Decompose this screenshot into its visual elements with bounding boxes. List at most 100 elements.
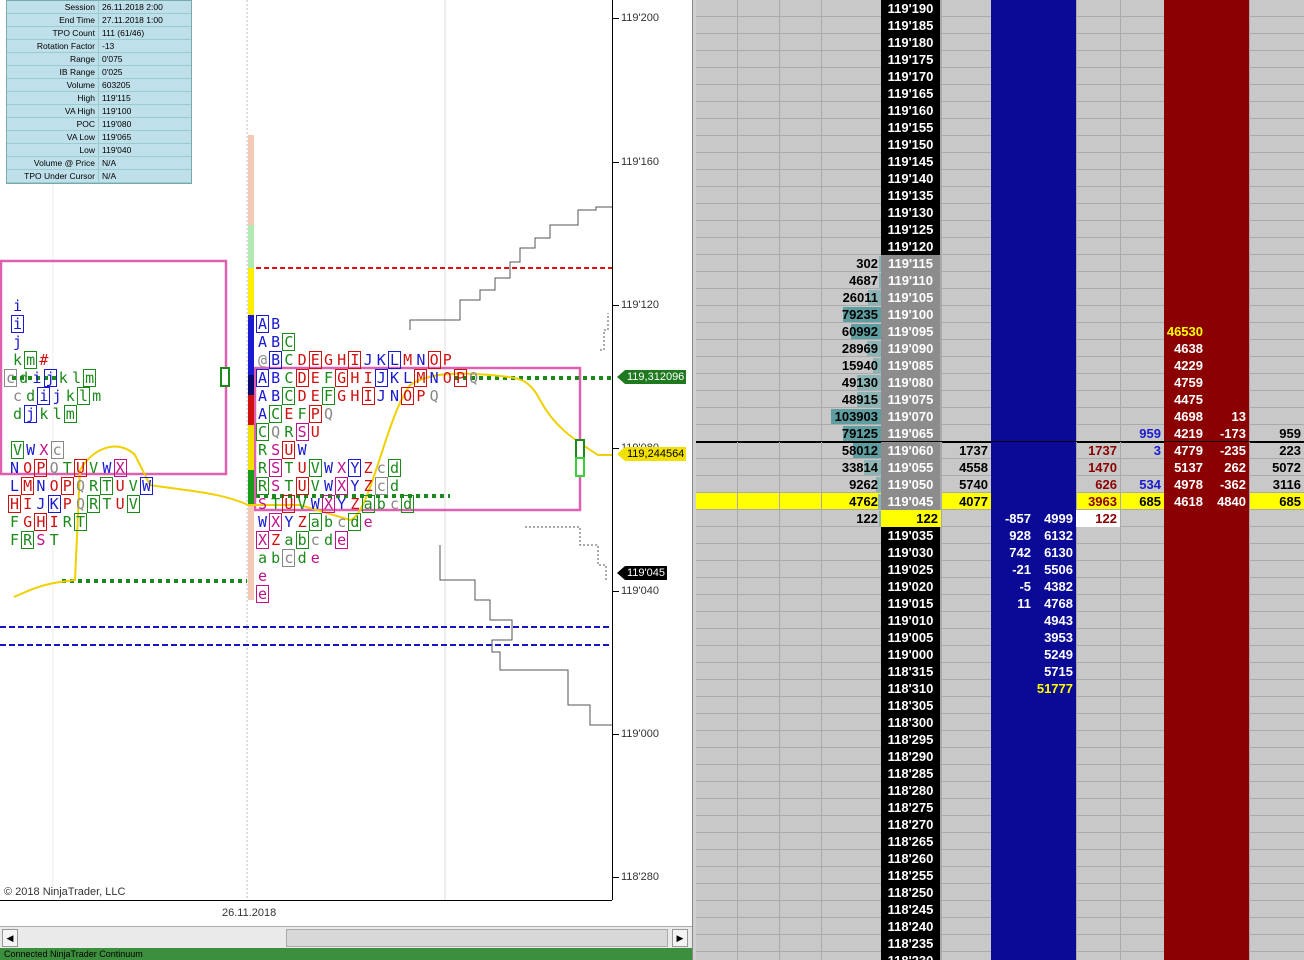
price-cell[interactable]: 119'140 — [881, 170, 941, 187]
ladder-row[interactable]: 119'165 — [696, 85, 1304, 102]
pre-cell[interactable]: 534 — [1120, 476, 1164, 493]
ladder-row[interactable]: 118'285 — [696, 765, 1304, 782]
ladder-row[interactable]: 119'085 15940 4229 — [696, 357, 1304, 374]
v-cell[interactable]: 48915 — [696, 391, 881, 408]
tpo-chart-panel[interactable]: i i j k m # c d i j k l m c d i j k l m d j k l m V W Xc N O P Q T U V W X L M… — [0, 0, 692, 960]
price-cell[interactable]: 119'025 — [881, 561, 941, 578]
price-cell[interactable]: 119'145 — [881, 153, 941, 170]
price-cell[interactable]: 119'155 — [881, 119, 941, 136]
price-cell[interactable]: 119'170 — [881, 68, 941, 85]
b2-cell[interactable]: 6132 — [1034, 527, 1076, 544]
ask-cell[interactable]: 1737 — [1076, 442, 1120, 459]
price-cell[interactable]: 118'315 — [881, 663, 941, 680]
r2-cell[interactable]: 13 — [1206, 408, 1249, 425]
price-cell[interactable]: 118'310 — [881, 680, 941, 697]
price-cell[interactable]: 118'260 — [881, 850, 941, 867]
c1-cell[interactable]: 5740 — [941, 476, 991, 493]
pre-cell[interactable]: 685 — [1120, 493, 1164, 510]
price-cell[interactable]: 119'135 — [881, 187, 941, 204]
price-cell[interactable]: 119'070 — [881, 408, 941, 425]
ladder-row[interactable]: 119'045 4762 4077 3963 685 4618 4840 685 — [696, 493, 1304, 510]
b2-cell[interactable]: 5249 — [1034, 646, 1076, 663]
last-cell[interactable]: 5072 — [1249, 459, 1304, 476]
price-cell[interactable]: 118'240 — [881, 918, 941, 935]
r1-cell[interactable]: 4698 — [1164, 408, 1206, 425]
v-cell[interactable]: 103903 — [696, 408, 881, 425]
v-cell[interactable]: 79235 — [696, 306, 881, 323]
price-cell[interactable]: 119'050 — [881, 476, 941, 493]
b2-cell[interactable]: 4943 — [1034, 612, 1076, 629]
b2-cell[interactable]: 4999 — [1034, 510, 1076, 527]
ladder-row[interactable]: 118'250 — [696, 884, 1304, 901]
r1-cell[interactable]: 4219 — [1164, 425, 1206, 442]
price-cell[interactable]: 119'065 — [881, 425, 941, 442]
r2-cell[interactable]: -173 — [1206, 425, 1249, 442]
price-cell[interactable]: 118'290 — [881, 748, 941, 765]
price-cell[interactable]: 119'190 — [881, 0, 941, 17]
price-cell[interactable]: 119'020 — [881, 578, 941, 595]
price-cell[interactable]: 119'080 — [881, 374, 941, 391]
v-cell[interactable]: 33814 — [696, 459, 881, 476]
v-cell[interactable]: 15940 — [696, 357, 881, 374]
r1-cell[interactable]: 5137 — [1164, 459, 1206, 476]
horizontal-scrollbar[interactable]: ◀ ▶ — [0, 926, 692, 948]
ladder-row[interactable]: 118'315 5715 — [696, 663, 1304, 680]
price-cell[interactable]: 118'265 — [881, 833, 941, 850]
price-cell[interactable]: 119'105 — [881, 289, 941, 306]
chart-plot-area[interactable]: i i j k m # c d i j k l m c d i j k l m d j k l m V W Xc N O P Q T U V W X L M… — [0, 0, 612, 900]
ladder-row[interactable]: 119'020 -5 4382 — [696, 578, 1304, 595]
ladder-row[interactable]: 119'145 — [696, 153, 1304, 170]
ladder-row[interactable]: 119'130 — [696, 204, 1304, 221]
ladder-row[interactable]: 119'160 — [696, 102, 1304, 119]
price-cell[interactable]: 119'130 — [881, 204, 941, 221]
r1-cell[interactable]: 4229 — [1164, 357, 1206, 374]
ladder-row[interactable]: 118'300 — [696, 714, 1304, 731]
r1-cell[interactable]: 46530 — [1164, 323, 1206, 340]
ladder-row[interactable]: 119'090 28969 4638 — [696, 340, 1304, 357]
ladder-row[interactable]: 119'030 742 6130 — [696, 544, 1304, 561]
price-cell[interactable]: 119'060 — [881, 442, 941, 459]
price-cell[interactable]: 119'180 — [881, 34, 941, 51]
v-cell[interactable]: 49130 — [696, 374, 881, 391]
r1-cell[interactable]: 4978 — [1164, 476, 1206, 493]
price-cell[interactable]: 119'055 — [881, 459, 941, 476]
r2-cell[interactable]: 262 — [1206, 459, 1249, 476]
ladder-row[interactable]: 119'015 11 4768 — [696, 595, 1304, 612]
price-cell[interactable]: 118'255 — [881, 867, 941, 884]
v-cell[interactable]: 60992 — [696, 323, 881, 340]
ladder-row[interactable]: 119'170 — [696, 68, 1304, 85]
v-cell[interactable]: 26011 — [696, 289, 881, 306]
price-cell[interactable]: 118'245 — [881, 901, 941, 918]
ladder-row[interactable]: 119'010 4943 — [696, 612, 1304, 629]
v-cell[interactable]: 4687 — [696, 272, 881, 289]
b1-cell[interactable]: 928 — [991, 527, 1034, 544]
ladder-row[interactable]: 119'065 79125 959 4219 -173 959 — [696, 425, 1304, 443]
ladder-row[interactable]: 118'275 — [696, 799, 1304, 816]
c1-cell[interactable]: 4558 — [941, 459, 991, 476]
ladder-row[interactable]: 119'035 928 6132 — [696, 527, 1304, 544]
price-ladder[interactable]: 119'190 119'185 119'180 119'175 119'170 119'1… — [696, 0, 1304, 960]
ladder-row[interactable]: 119'055 33814 4558 1470 5137 262 5072 — [696, 459, 1304, 476]
price-cell[interactable]: 119'075 — [881, 391, 941, 408]
b1-cell[interactable]: -857 — [991, 510, 1034, 527]
price-cell[interactable]: 119'160 — [881, 102, 941, 119]
price-cell[interactable]: 119'030 — [881, 544, 941, 561]
price-cell[interactable]: 119'010 — [881, 612, 941, 629]
price-cell[interactable]: 119'045 — [881, 493, 941, 510]
ladder-row[interactable]: 119'070 103903 4698 13 — [696, 408, 1304, 425]
b1-cell[interactable]: 11 — [991, 595, 1034, 612]
ladder-row[interactable]: 119'005 3953 — [696, 629, 1304, 646]
v-cell[interactable]: 302 — [696, 255, 881, 272]
r1-cell[interactable]: 4475 — [1164, 391, 1206, 408]
ladder-row[interactable]: 119'075 48915 4475 — [696, 391, 1304, 408]
b2-cell[interactable]: 4382 — [1034, 578, 1076, 595]
v-cell[interactable]: 9262 — [696, 476, 881, 493]
ladder-row[interactable]: 119'025 -21 5506 — [696, 561, 1304, 578]
price-cell[interactable]: 118'300 — [881, 714, 941, 731]
price-cell[interactable]: 119'165 — [881, 85, 941, 102]
c0-cell[interactable]: 122 — [881, 510, 941, 527]
price-cell[interactable]: 118'230 — [881, 952, 941, 960]
b2-cell[interactable]: 3953 — [1034, 629, 1076, 646]
price-cell[interactable]: 119'100 — [881, 306, 941, 323]
c1-cell[interactable]: 4077 — [941, 493, 991, 510]
